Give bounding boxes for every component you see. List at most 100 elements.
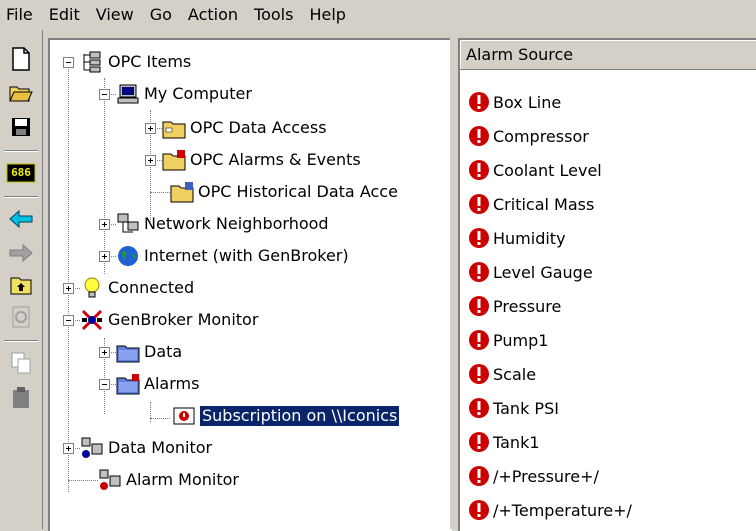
tree-item-connected[interactable]: Connected: [80, 272, 194, 304]
alarm-icon: [469, 126, 489, 146]
tree-view[interactable]: OPC Items My Computer OPC Data Access OP…: [48, 38, 452, 531]
alarm-source-label: /+Temperature+/: [493, 500, 632, 520]
data-monitor-icon: [81, 437, 103, 458]
refresh-button[interactable]: [6, 302, 36, 332]
alarm-icon: [469, 296, 489, 316]
menu-go[interactable]: Go: [144, 0, 182, 30]
back-button[interactable]: [6, 204, 36, 234]
vertical-toolbar: 686: [0, 30, 43, 529]
tree-item-my-computer[interactable]: My Computer: [116, 78, 252, 110]
expand-data[interactable]: [99, 347, 110, 358]
alarm-icon: [469, 160, 489, 180]
tree-item-subscription[interactable]: Subscription on \\Iconics: [172, 400, 401, 432]
subscription-alarm-icon: [173, 407, 195, 425]
tree-item-internet[interactable]: Internet (with GenBroker): [116, 240, 349, 272]
open-button[interactable]: [6, 78, 36, 108]
alarm-source-row[interactable]: Level Gauge: [468, 256, 593, 288]
expand-opc-data-access[interactable]: [145, 123, 156, 134]
menu-file[interactable]: File: [0, 0, 43, 30]
new-icon: [12, 47, 30, 71]
tree-item-data[interactable]: Data: [116, 336, 182, 368]
opc-items-icon: [83, 51, 101, 73]
pane-splitter[interactable]: [450, 38, 458, 529]
expand-opc-alarms-events[interactable]: [145, 155, 156, 166]
tree-item-data-monitor[interactable]: Data Monitor: [80, 432, 212, 464]
alarm-icon: [469, 432, 489, 452]
tree-item-opc-data-access[interactable]: OPC Data Access: [162, 112, 327, 144]
new-button[interactable]: [6, 44, 36, 74]
expand-data-monitor[interactable]: [63, 443, 74, 454]
menu-help[interactable]: Help: [303, 0, 355, 30]
alarm-source-row[interactable]: Coolant Level: [468, 154, 602, 186]
alarm-monitor-icon: [99, 469, 121, 490]
expand-opc-items[interactable]: [63, 57, 74, 68]
tree-item-opc-items[interactable]: OPC Items: [80, 46, 191, 78]
menu-edit[interactable]: Edit: [43, 0, 90, 30]
lightbulb-icon: [84, 277, 100, 298]
tree-item-genbroker-monitor[interactable]: GenBroker Monitor: [80, 304, 258, 336]
alarms-folder-icon: [116, 374, 140, 395]
column-header-alarm-source[interactable]: Alarm Source: [460, 40, 756, 70]
tree-label: Alarms: [144, 374, 200, 393]
network-icon: [117, 213, 139, 233]
menu-view[interactable]: View: [90, 0, 144, 30]
expand-network-neighborhood[interactable]: [99, 219, 110, 230]
menu-action[interactable]: Action: [182, 0, 248, 30]
expand-connected[interactable]: [63, 283, 74, 294]
tree-label: Data: [144, 342, 183, 361]
alarm-source-row[interactable]: Scale: [468, 358, 536, 390]
copy-button[interactable]: [6, 348, 36, 378]
save-button[interactable]: [6, 112, 36, 142]
alarm-icon: [469, 466, 489, 486]
tree-item-network-neighborhood[interactable]: Network Neighborhood: [116, 208, 329, 240]
tree-item-alarms[interactable]: Alarms: [116, 368, 199, 400]
tree-label: Data Monitor: [108, 438, 213, 457]
alarm-source-label: Humidity: [493, 228, 566, 248]
alarm-source-row[interactable]: Compressor: [468, 120, 589, 152]
computer-icon: [117, 84, 139, 104]
alarm-source-row[interactable]: Critical Mass: [468, 188, 594, 220]
alarm-icon: [469, 330, 489, 350]
alarm-source-row[interactable]: Pump1: [468, 324, 548, 356]
up-folder-icon: [10, 277, 32, 295]
tree-label: Connected: [108, 278, 195, 297]
alarm-source-row[interactable]: Tank1: [468, 426, 540, 458]
menu-bar: File Edit View Go Action Tools Help: [0, 0, 756, 30]
tree-item-opc-alarms-events[interactable]: OPC Alarms & Events: [162, 144, 361, 176]
expand-my-computer[interactable]: [99, 89, 110, 100]
counter-686-button[interactable]: 686: [6, 158, 36, 188]
alarm-source-row[interactable]: Humidity: [468, 222, 566, 254]
alarm-source-label: Tank PSI: [493, 398, 559, 418]
tree-label: OPC Items: [108, 52, 192, 71]
globe-icon: [118, 246, 138, 266]
alarm-source-label: Scale: [493, 364, 537, 384]
expand-internet[interactable]: [99, 251, 110, 262]
alarm-source-label: Level Gauge: [493, 262, 593, 282]
tree-label: Internet (with GenBroker): [144, 246, 349, 265]
alarm-source-label: Pump1: [493, 330, 549, 350]
alarm-source-label: Box Line: [493, 92, 562, 112]
expand-genbroker-monitor[interactable]: [63, 315, 74, 326]
folder-icon: [162, 121, 186, 139]
genbroker-icon: [81, 309, 103, 331]
alarm-source-row[interactable]: /+Temperature+/: [468, 494, 632, 526]
alarm-icon: [469, 398, 489, 418]
paste-button[interactable]: [6, 382, 36, 412]
forward-button[interactable]: [6, 238, 36, 268]
folder-history-icon: [170, 182, 194, 203]
up-folder-button[interactable]: [6, 270, 36, 300]
alarm-icon: [469, 364, 489, 384]
alarm-source-row[interactable]: Tank PSI: [468, 392, 559, 424]
menu-tools[interactable]: Tools: [248, 0, 303, 30]
alarm-source-row[interactable]: Pressure: [468, 290, 561, 322]
alarm-source-list[interactable]: Alarm Source Box Line Compressor Coolant L…: [458, 38, 756, 531]
expand-alarms[interactable]: [99, 379, 110, 390]
tree-item-alarm-monitor[interactable]: Alarm Monitor: [98, 464, 239, 496]
counter-686-text: 686: [11, 166, 31, 179]
alarm-source-row[interactable]: Box Line: [468, 86, 561, 118]
alarm-source-row[interactable]: /+Pressure+/: [468, 460, 599, 492]
alarm-source-label: Pressure: [493, 296, 562, 316]
tree-item-opc-historical[interactable]: OPC Historical Data Acce: [170, 176, 398, 208]
tree-label: Alarm Monitor: [126, 470, 239, 489]
alarm-source-label: Critical Mass: [493, 194, 595, 214]
